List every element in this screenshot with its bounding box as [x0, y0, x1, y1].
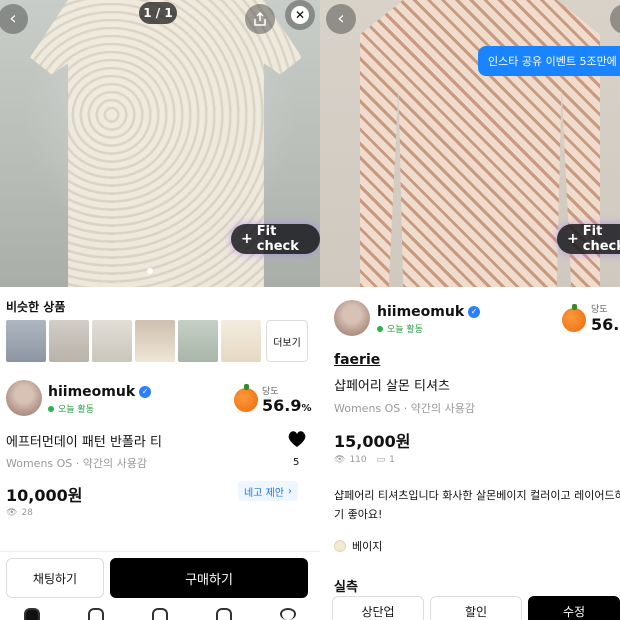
temperature-label: 당도 [591, 305, 608, 315]
active-status: 오늘 활동 [48, 402, 94, 415]
similar-title: 비슷한 상품 [6, 300, 66, 314]
view-count: 👁 110 ▭ 1 [334, 455, 395, 465]
image-counter: 1 / 1 [139, 2, 177, 24]
view-number: 28 [21, 508, 33, 518]
view-number: 110 [349, 455, 367, 465]
similar-thumb[interactable] [49, 320, 89, 362]
description-line: 기 좋아요! [334, 508, 383, 521]
profile-icon[interactable] [280, 608, 296, 620]
left-screen: ‹ 1 / 1 ✕ + Fit check 비슷한 상품 더보기 hiimeom… [0, 0, 320, 620]
more-button[interactable]: 더보기 [266, 320, 308, 362]
color-swatch-icon [334, 540, 346, 552]
chat-icon[interactable] [216, 608, 232, 620]
color-option: 베이지 [334, 538, 382, 554]
similar-thumb[interactable] [92, 320, 132, 362]
add-icon[interactable] [152, 608, 168, 620]
verified-icon: ✓ [139, 386, 152, 398]
similar-list: 더보기 [6, 320, 308, 362]
fit-check-label: Fit check [582, 224, 620, 254]
offer-button[interactable]: 네고 제안 › [238, 481, 298, 501]
carousel-dot [147, 268, 153, 274]
product-price: 10,000원 [6, 486, 83, 505]
share-icon [254, 12, 266, 26]
seller-name[interactable]: hiimeomuk ✓ [377, 304, 481, 320]
chevron-right-icon: › [287, 485, 292, 497]
like-count: 5 [293, 457, 300, 468]
active-dot-icon [377, 325, 383, 332]
chevron-left-icon: ‹ [9, 8, 17, 29]
product-title: 샵페어리 살몬 티셔츠 [334, 379, 450, 394]
similar-thumb[interactable] [178, 320, 218, 362]
seller-action-bar: 상단업 할인 수정 [320, 596, 620, 620]
product-meta: Womens OS · 약간의 사용감 [334, 402, 475, 415]
status-text: 오늘 활동 [387, 325, 423, 335]
heart-icon[interactable] [287, 430, 307, 448]
sparkle-icon: + [241, 231, 253, 247]
chat-button[interactable]: 채팅하기 [6, 558, 104, 598]
fit-check-button[interactable]: + Fit check [231, 224, 320, 254]
share-button[interactable] [245, 4, 275, 34]
search-icon[interactable] [88, 608, 104, 620]
color-label: 베이지 [352, 540, 383, 553]
seller-username[interactable]: hiimeomuk [377, 304, 464, 320]
product-photo[interactable]: ‹ 1 / 1 ✕ + Fit check [0, 0, 320, 287]
bottom-action-bar: 채팅하기 구매하기 [0, 551, 320, 603]
shop-link[interactable]: faerie [334, 352, 380, 368]
view-count: 👁 28 [6, 508, 33, 518]
edit-button[interactable]: 수정 [528, 596, 620, 620]
description-line: 샵페어리 티셔츠입니다 화사한 살몬베이지 컬러이고 레이어드하 [334, 489, 620, 502]
share-button[interactable] [610, 4, 620, 34]
offer-label: 네고 제안 [244, 487, 284, 499]
product-title: 에프터먼데이 패턴 반폴라 티 [6, 435, 162, 450]
bump-button[interactable]: 상단업 [332, 596, 424, 620]
comment-number: 1 [389, 455, 395, 465]
temperature-number: 56.9 [262, 396, 302, 415]
product-photo[interactable]: ‹ 인스타 공유 이벤트 5조만에 참여 + Fit check [320, 0, 620, 287]
sparkle-icon: + [567, 231, 579, 247]
back-button[interactable]: ‹ [0, 4, 28, 34]
temperature-value: 56.9 [591, 315, 620, 334]
similar-thumb[interactable] [135, 320, 175, 362]
seller-username[interactable]: hiimeomuk [48, 384, 135, 400]
temperature-unit: % [301, 403, 312, 414]
active-status: 오늘 활동 [377, 322, 423, 335]
similar-thumb[interactable] [6, 320, 46, 362]
tab-bar [0, 603, 320, 620]
active-dot-icon [48, 405, 54, 412]
temperature-value: 56.9% [262, 396, 312, 415]
comment-icon: ▭ [376, 455, 386, 465]
avatar[interactable] [6, 380, 42, 416]
product-price: 15,000원 [334, 432, 411, 451]
event-banner[interactable]: 인스타 공유 이벤트 5조만에 참여 [478, 46, 620, 76]
close-button[interactable]: ✕ [285, 0, 315, 30]
eye-icon: 👁 [6, 508, 18, 518]
discount-button[interactable]: 할인 [430, 596, 522, 620]
orange-icon [562, 304, 586, 332]
right-screen: ‹ 인스타 공유 이벤트 5조만에 참여 + Fit check hiimeom… [320, 0, 620, 620]
buy-button[interactable]: 구매하기 [110, 558, 308, 598]
product-description: 샵페어리 티셔츠입니다 화사한 살몬베이지 컬러이고 레이어드하 기 좋아요! [334, 486, 620, 524]
orange-icon [234, 384, 258, 412]
chevron-left-icon: ‹ [337, 8, 345, 29]
home-icon[interactable] [24, 608, 40, 620]
avatar[interactable] [334, 300, 370, 336]
close-icon: ✕ [291, 6, 309, 24]
similar-thumb[interactable] [221, 320, 261, 362]
fit-check-label: Fit check [256, 224, 299, 254]
back-button[interactable]: ‹ [326, 4, 356, 34]
eye-icon: 👁 [334, 455, 346, 465]
verified-icon: ✓ [468, 306, 481, 318]
seller-name[interactable]: hiimeomuk ✓ [48, 384, 152, 400]
section-title: 실측 [334, 580, 358, 595]
fit-check-button[interactable]: + Fit check [557, 224, 620, 254]
product-meta: Womens OS · 약간의 사용감 [6, 457, 147, 470]
status-text: 오늘 활동 [58, 405, 94, 415]
